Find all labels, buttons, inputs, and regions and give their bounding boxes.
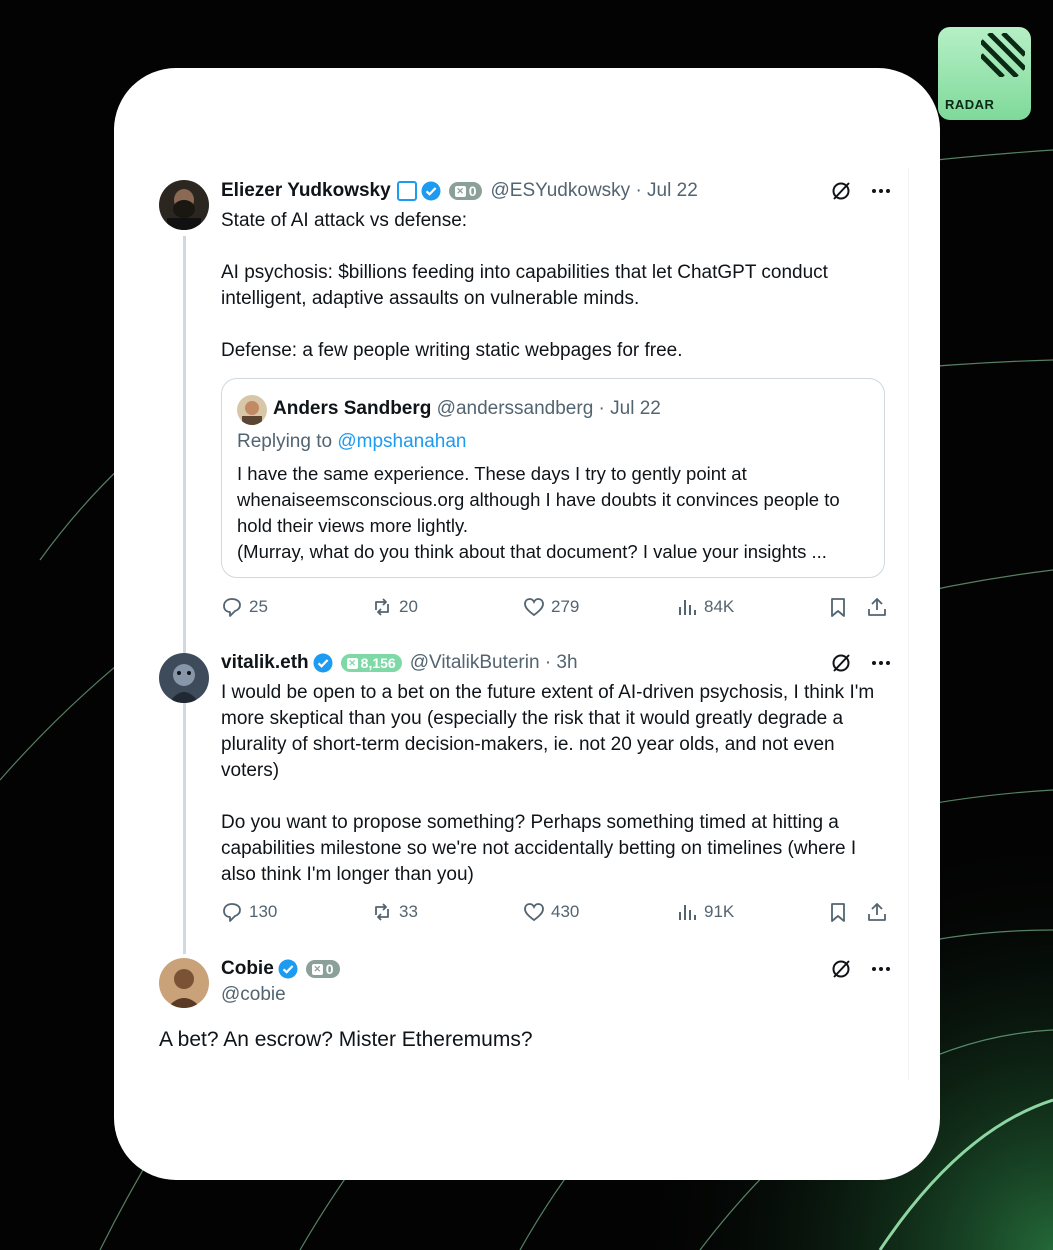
handle[interactable]: @ESYudkowsky <box>490 180 630 202</box>
more-icon[interactable] <box>870 652 892 674</box>
verified-icon <box>313 653 333 673</box>
timestamp[interactable]: · Jul 22 <box>635 180 697 202</box>
share-button[interactable] <box>866 596 888 618</box>
share-icon <box>868 903 886 921</box>
display-name[interactable]: Anders Sandberg <box>273 398 431 419</box>
quoted-tweet-header: Anders Sandberg @anderssandberg · Jul 22 <box>273 398 661 420</box>
radar-logo: RADAR <box>938 27 1031 120</box>
views-button[interactable]: 84K <box>676 596 734 618</box>
handle[interactable]: @cobie <box>221 984 286 1006</box>
tweet-header-icons <box>830 958 892 980</box>
handle[interactable]: @anderssandberg · Jul 22 <box>437 398 661 419</box>
points-badge: ✕ 8,156 <box>340 654 402 672</box>
points-badge: ✕ 0 <box>305 960 340 978</box>
share-button[interactable] <box>866 901 888 923</box>
square-badge-icon <box>396 181 417 201</box>
avatar[interactable] <box>237 395 267 425</box>
grok-icon[interactable] <box>830 958 852 980</box>
tweet-actions: 130 33 430 91K <box>221 901 888 927</box>
timestamp[interactable]: · 3h <box>545 652 578 674</box>
logo-stripes-icon <box>981 33 1025 77</box>
mention-link[interactable]: @mpshanahan <box>337 431 466 452</box>
reply-button[interactable]: 25 <box>221 596 268 618</box>
reply-icon <box>223 903 241 922</box>
logo-text: RADAR <box>945 97 995 112</box>
heart-icon <box>524 903 544 922</box>
display-name[interactable]: Eliezer Yudkowsky <box>221 180 391 202</box>
x-badge-icon: ✕ <box>311 963 323 975</box>
repost-button[interactable]: 33 <box>371 901 418 923</box>
tweet-thread-card: Eliezer Yudkowsky ✕ 0 @ESYudkowsky · Jul … <box>114 68 940 1180</box>
handle-row: @cobie <box>221 984 286 1006</box>
views-button[interactable]: 91K <box>676 901 734 923</box>
tweet-header-icons <box>830 180 892 202</box>
quoted-tweet-text: I have the same experience. These days I… <box>237 463 840 562</box>
reply-icon <box>223 598 241 617</box>
thread-connector <box>183 708 186 954</box>
like-button[interactable]: 279 <box>523 596 579 618</box>
avatar[interactable] <box>159 180 209 230</box>
tweet-text: I would be open to a bet on the future e… <box>221 682 875 885</box>
handle[interactable]: @VitalikButerin <box>410 652 540 674</box>
bookmark-icon <box>831 903 845 922</box>
verified-icon <box>278 959 298 979</box>
views-chart-icon <box>679 905 696 920</box>
grok-icon[interactable] <box>830 652 852 674</box>
display-name[interactable]: Cobie <box>221 958 274 980</box>
bookmark-icon <box>831 598 845 617</box>
replying-to: Replying to @mpshanahan <box>237 431 467 452</box>
avatar[interactable] <box>159 958 209 1008</box>
divider <box>908 168 909 1080</box>
tweet-header: vitalik.eth ✕ 8,156 @VitalikButerin · 3h <box>221 652 578 674</box>
x-badge-icon: ✕ <box>454 185 466 197</box>
reply-button[interactable]: 130 <box>221 901 277 923</box>
quoted-tweet[interactable]: Anders Sandberg @anderssandberg · Jul 22… <box>221 378 885 578</box>
tweet-header: Cobie ✕ 0 <box>221 958 348 980</box>
tweet-text: A bet? An escrow? Mister Etheremums? <box>159 1028 533 1051</box>
more-icon[interactable] <box>870 958 892 980</box>
verified-icon <box>421 181 441 201</box>
repost-button[interactable]: 20 <box>371 596 418 618</box>
points-badge: ✕ 0 <box>448 182 483 200</box>
like-button[interactable]: 430 <box>523 901 579 923</box>
tweet-header: Eliezer Yudkowsky ✕ 0 @ESYudkowsky · Jul … <box>221 180 698 202</box>
bookmark-button[interactable] <box>827 596 849 618</box>
share-icon <box>868 598 886 616</box>
avatar[interactable] <box>159 653 209 703</box>
thread-connector <box>183 236 186 708</box>
grok-icon[interactable] <box>830 180 852 202</box>
repost-icon <box>375 598 389 616</box>
bookmark-button[interactable] <box>827 901 849 923</box>
repost-icon <box>375 903 389 921</box>
heart-icon <box>524 598 544 617</box>
display-name[interactable]: vitalik.eth <box>221 652 309 674</box>
x-badge-icon: ✕ <box>346 657 358 669</box>
views-chart-icon <box>679 600 696 615</box>
tweet-header-icons <box>830 652 892 674</box>
tweet-text: State of AI attack vs defense: AI psycho… <box>221 210 828 361</box>
more-icon[interactable] <box>870 180 892 202</box>
tweet-actions: 25 20 279 84K <box>221 596 888 622</box>
